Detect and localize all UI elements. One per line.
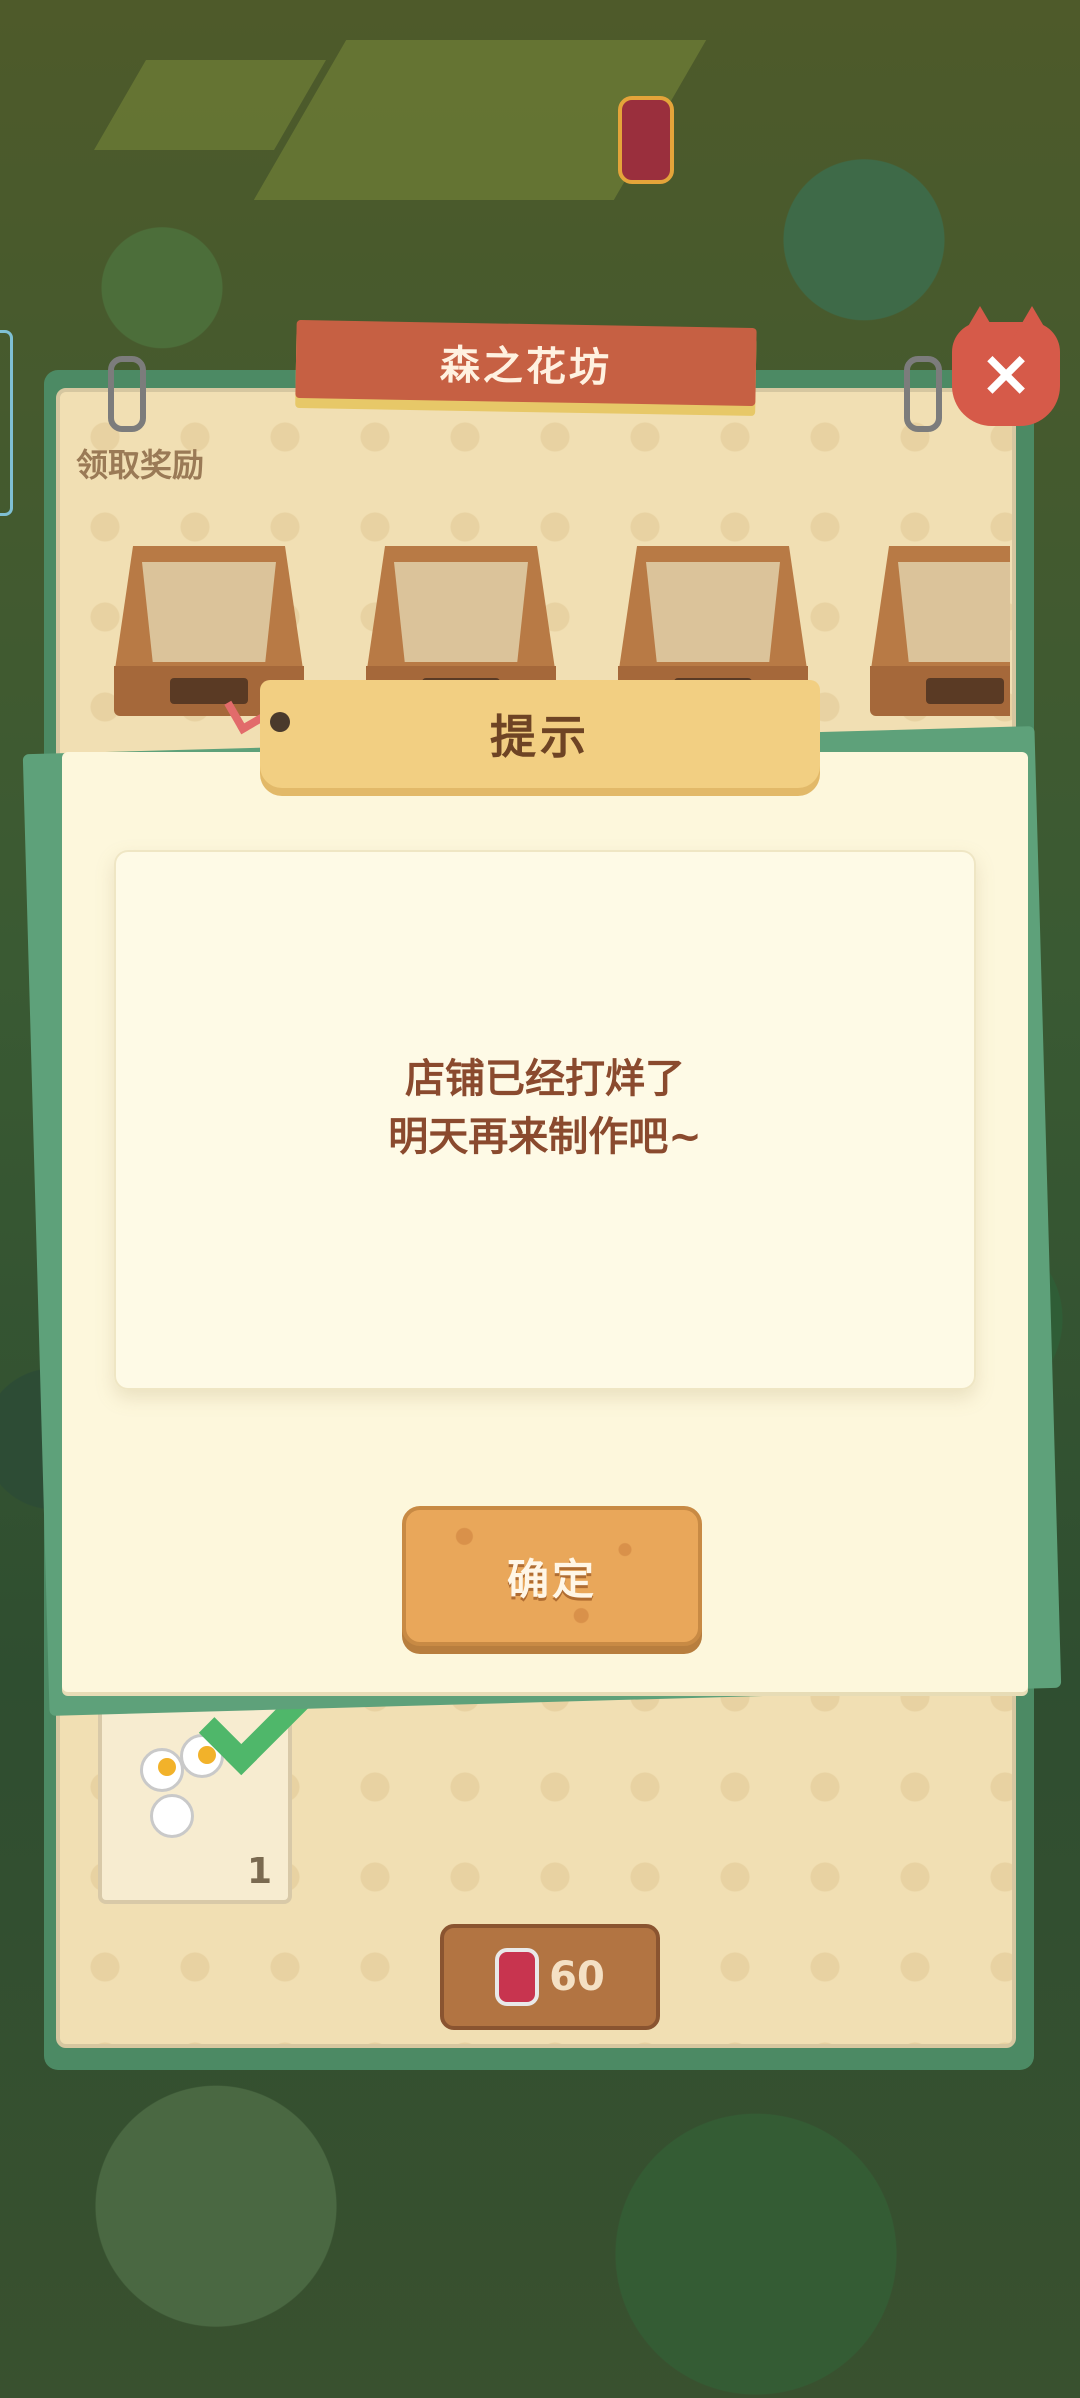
message-line: 店铺已经打烊了 (405, 1056, 685, 1102)
dialog-title: 提示 (490, 710, 590, 764)
close-button[interactable]: × (952, 306, 1060, 426)
reward-section-label: 领取奖励 (76, 446, 205, 484)
side-panel-edge (0, 330, 13, 516)
dialog-header-tag: 提示 (260, 680, 820, 788)
confirm-button[interactable]: 确定 (402, 1506, 702, 1646)
reward-box[interactable] (870, 546, 1010, 716)
jam-jar-icon (495, 1948, 540, 2006)
nail-icon (270, 712, 290, 732)
white-flower-icon (150, 1794, 194, 1838)
close-icon: × (979, 337, 1033, 411)
binder-ring-left (108, 356, 146, 432)
flower-center (198, 1746, 216, 1764)
cost-value: 60 (549, 1954, 605, 2000)
shop-title: 森之花坊 (439, 342, 613, 392)
jam-jar-decoration (618, 96, 674, 184)
message-line: 明天再来制作吧~ (388, 1114, 702, 1160)
flower-center (158, 1758, 176, 1776)
dialog-message: 店铺已经打烊了 明天再来制作吧~ (114, 1050, 976, 1166)
confirm-label: 确定 (506, 1554, 597, 1604)
binder-ring-right (904, 356, 942, 432)
craft-cost-button[interactable]: 60 (440, 1924, 660, 2030)
flower-count: 1 (246, 1851, 272, 1892)
shop-title-banner: 森之花坊 (295, 319, 757, 407)
